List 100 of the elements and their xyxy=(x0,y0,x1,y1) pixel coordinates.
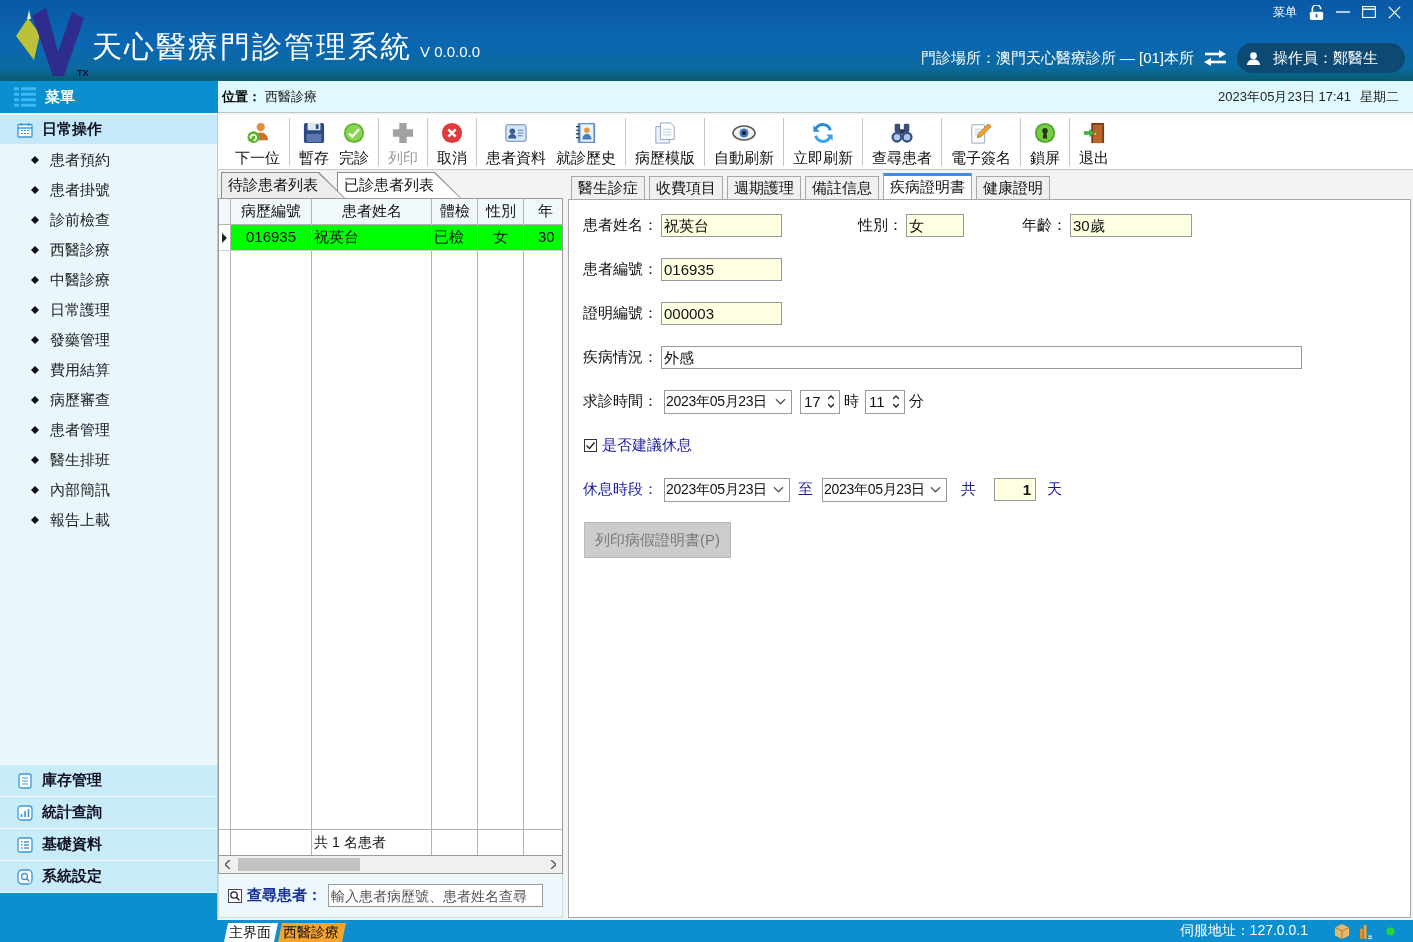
maximize-icon[interactable] xyxy=(1362,6,1376,18)
menu-item[interactable]: 西醫診療 xyxy=(50,240,110,260)
table-cell: 016935 xyxy=(231,225,312,250)
date-picker[interactable]: 2023年05月23日 xyxy=(664,477,790,502)
table-cell-text: 30 xyxy=(537,227,556,247)
column-header[interactable]: 患者姓名 xyxy=(312,199,432,224)
condition-field[interactable]: 外感 xyxy=(661,346,1302,369)
toolbar-button[interactable]: 退出 xyxy=(1074,118,1114,166)
menu-item[interactable]: 費用結算 xyxy=(50,360,110,380)
scroll-left-icon[interactable] xyxy=(225,860,231,869)
check-circle-icon xyxy=(342,122,366,144)
notebook-icon xyxy=(574,122,598,144)
column-header[interactable]: 病歷編號 xyxy=(231,199,312,224)
scrollbar-thumb[interactable] xyxy=(238,858,360,871)
refresh-icon xyxy=(811,122,835,144)
column-header[interactable]: 體檢 xyxy=(432,199,478,224)
table-row[interactable]: 016935 祝英台 已檢 女 30 xyxy=(219,225,562,251)
toolbar-button[interactable]: 取消 xyxy=(432,118,472,166)
status-dot-icon xyxy=(1386,926,1395,936)
person-icon xyxy=(1247,51,1260,65)
toolbar-button[interactable]: 暫存 xyxy=(294,118,334,166)
certificate-number-field[interactable]: 000003 xyxy=(661,302,782,325)
toolbar-button[interactable]: 鎖屏 xyxy=(1025,118,1065,166)
diamond-icon xyxy=(31,216,39,224)
table-cell: 祝英台 xyxy=(312,225,432,250)
date-picker[interactable]: 2023年05月23日 xyxy=(822,477,947,502)
toolbar-button[interactable]: 就診歷史 xyxy=(551,118,621,166)
menu-item[interactable]: 診前檢查 xyxy=(50,210,110,230)
chevron-down-icon xyxy=(773,486,784,493)
close-icon[interactable] xyxy=(1388,5,1401,19)
toolbar-button[interactable]: 下一位 xyxy=(230,118,285,166)
menu-group[interactable]: 日常操作 xyxy=(0,115,217,145)
menu-group[interactable]: 統計查詢 xyxy=(0,797,217,829)
diamond-icon xyxy=(31,306,39,314)
menu-group[interactable]: 庫存管理 xyxy=(0,765,217,797)
menu-group[interactable]: 基礎資料 xyxy=(0,829,217,861)
patient-name-field[interactable]: 祝英台 xyxy=(661,214,782,237)
connector-label: 共 xyxy=(961,480,976,499)
clinic-name: 門診場所：澳門天心醫療診所 — [01]本所 xyxy=(920,48,1194,68)
record-tab[interactable]: 備註信息 xyxy=(805,176,879,199)
record-tab[interactable]: 收費項目 xyxy=(649,176,723,199)
record-tab[interactable]: 健康證明 xyxy=(976,176,1050,199)
window-tab[interactable]: 主界面 xyxy=(224,923,278,942)
number-spinner[interactable]: 17 xyxy=(800,389,840,414)
search-field[interactable]: 輸入患者病歷號、患者姓名查尋 xyxy=(328,884,543,907)
toolbar-button[interactable]: 立即刷新 xyxy=(788,118,858,166)
record-tab[interactable]: 醫生診症 xyxy=(571,176,645,199)
age-field[interactable]: 30歲 xyxy=(1070,214,1192,237)
save-icon xyxy=(302,122,326,144)
toolbar-button[interactable]: 查尋患者 xyxy=(867,118,937,166)
checkbox[interactable] xyxy=(584,439,597,452)
binoculars-icon xyxy=(890,122,914,144)
toolbar-button[interactable]: 患者資料 xyxy=(481,118,551,166)
menu-item[interactable]: 患者掛號 xyxy=(50,180,110,200)
menu-item[interactable]: 病歷審查 xyxy=(50,390,110,410)
menu-item[interactable]: 內部簡訊 xyxy=(50,480,110,500)
field-label: 疾病情況： xyxy=(583,348,658,367)
list-icon xyxy=(17,836,33,853)
toolbar-button[interactable]: 病歷模版 xyxy=(630,118,700,166)
field-label: 性別： xyxy=(858,216,903,235)
search-icon xyxy=(228,888,242,903)
days-field[interactable]: 1 xyxy=(994,478,1036,501)
menu-item[interactable]: 患者管理 xyxy=(50,420,110,440)
sex-field[interactable]: 女 xyxy=(906,214,964,237)
diamond-icon xyxy=(31,336,39,344)
patient-number-field[interactable]: 016935 xyxy=(661,258,782,281)
close-circle-icon xyxy=(440,122,464,144)
number-spinner[interactable]: 11 xyxy=(865,389,905,414)
date-picker[interactable]: 2023年05月23日 xyxy=(664,389,792,414)
menu-item[interactable]: 日常護理 xyxy=(50,300,110,320)
location-label: 位置： xyxy=(222,87,261,106)
scroll-right-icon[interactable] xyxy=(550,860,556,869)
list-tab[interactable]: 待診患者列表 xyxy=(221,172,345,198)
menu-item[interactable]: 報告上載 xyxy=(50,510,110,530)
diamond-icon xyxy=(31,516,39,524)
column-header[interactable]: 年 xyxy=(524,199,562,224)
toolbar-button[interactable]: 電子簽名 xyxy=(946,118,1016,166)
record-tab[interactable]: 週期護理 xyxy=(727,176,801,199)
menu-item[interactable]: 患者預約 xyxy=(50,150,110,170)
menu-link[interactable]: 菜单 xyxy=(1273,3,1297,21)
swap-arrows-icon[interactable] xyxy=(1204,50,1226,66)
checkbox-label[interactable]: 是否建議休息 xyxy=(602,436,692,455)
chevron-down-icon xyxy=(930,486,941,493)
window-tab[interactable]: 西醫診療 xyxy=(278,923,346,942)
field-label: 求診時間： xyxy=(583,392,658,411)
record-tab[interactable]: 疾病證明書 xyxy=(883,173,972,199)
column-header[interactable]: 性別 xyxy=(478,199,524,224)
toolbar-button[interactable]: 自動刷新 xyxy=(709,118,779,166)
eye-icon xyxy=(732,122,756,144)
menu-item[interactable]: 發藥管理 xyxy=(50,330,110,350)
menu-item[interactable]: 醫生排班 xyxy=(50,450,110,470)
diamond-icon xyxy=(31,396,39,404)
diamond-icon xyxy=(31,456,39,464)
lock-icon[interactable] xyxy=(1309,4,1324,20)
menu-item[interactable]: 中醫診療 xyxy=(50,270,110,290)
list-tab[interactable]: 已診患者列表 xyxy=(337,172,461,198)
toolbar-button[interactable]: 完診 xyxy=(334,118,374,166)
server-address: 伺服地址：127.0.0.1 xyxy=(1179,922,1308,940)
field-label: 年齡： xyxy=(1022,216,1067,235)
menu-group[interactable]: 系統設定 xyxy=(0,861,217,893)
